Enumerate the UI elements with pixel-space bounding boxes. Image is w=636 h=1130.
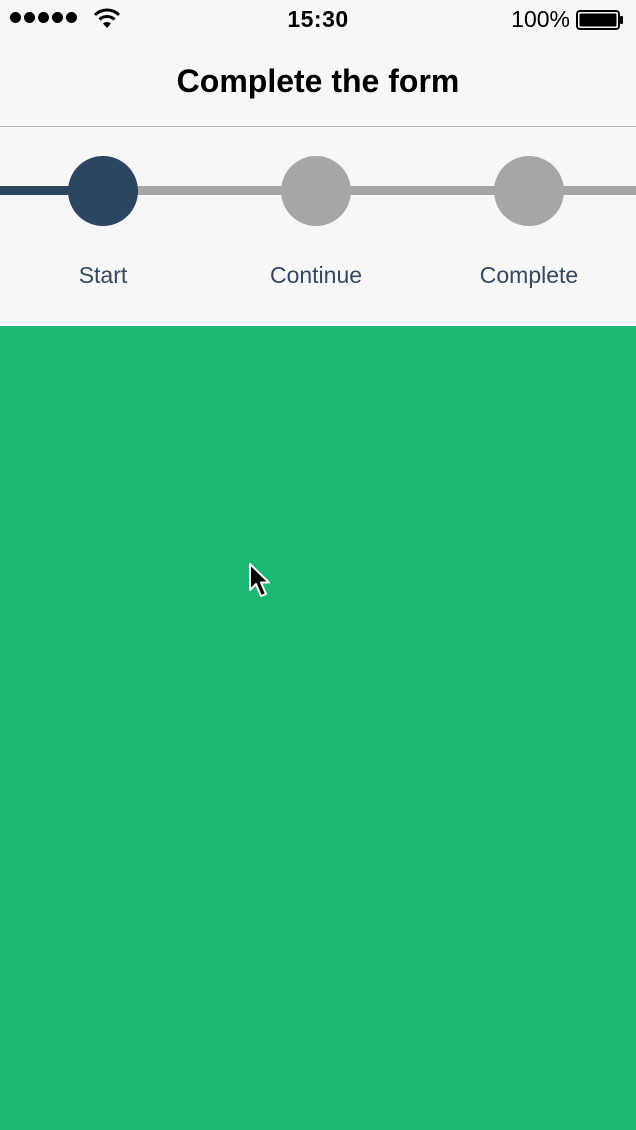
status-bar: 15:30 100% [0,0,636,40]
step-1-indicator[interactable] [68,156,138,226]
step-1-label: Start [78,262,128,288]
step-2-indicator[interactable] [281,156,351,226]
page-title: Complete the form [176,63,460,99]
form-content-area[interactable] [0,326,636,1130]
navigation-bar: Complete the form [0,40,636,127]
step-2-label: Continue [269,262,363,288]
battery-icon [576,10,623,30]
step-3-label: Complete [479,262,579,288]
progress-stepper: Start Continue Complete [0,127,636,326]
mouse-pointer-icon [249,563,270,597]
step-3-indicator[interactable] [494,156,564,226]
battery-percent: 100% [511,6,570,32]
phone-screen: 15:30 100% Complete the form Start Conti… [0,0,636,1130]
